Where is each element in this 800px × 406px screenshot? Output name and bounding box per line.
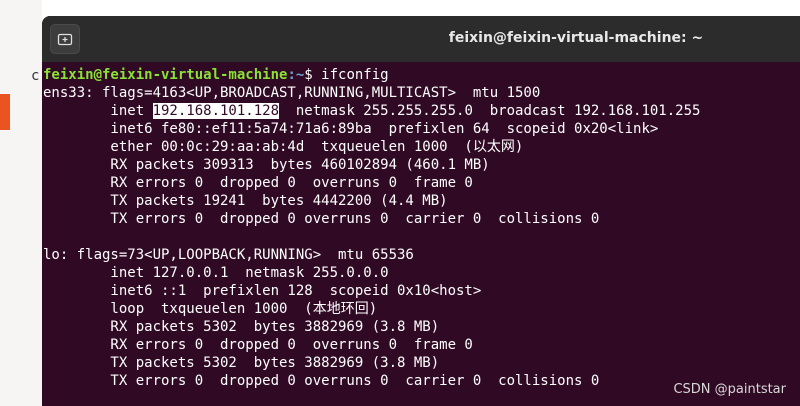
command-text: ifconfig	[321, 67, 389, 83]
watermark-text: CSDN @paintstar	[673, 382, 786, 397]
prompt-symbol: $	[304, 67, 322, 83]
ens33-inet6-line: inet6 fe80::ef11:5a74:71a6:89ba prefixle…	[43, 121, 659, 137]
background-text-fragment: c	[31, 68, 40, 84]
lo-flags-line: lo: flags=73<UP,LOOPBACK,RUNNING> mtu 65…	[43, 247, 414, 263]
inet-label: inet	[43, 103, 153, 119]
inet-rest: netmask 255.255.255.0 broadcast 192.168.…	[279, 103, 701, 119]
title-bar[interactable]: feixin@feixin-virtual-machine: ~	[42, 16, 800, 62]
lo-tx-errors-line: TX errors 0 dropped 0 overruns 0 carrier…	[43, 373, 600, 389]
desktop-accent-bar	[0, 94, 10, 130]
prompt-path: :~	[287, 67, 305, 83]
ens33-rx-packets-line: RX packets 309313 bytes 460102894 (460.1…	[43, 157, 490, 173]
prompt-user: feixin@feixin-virtual-machine	[43, 67, 288, 83]
terminal-window[interactable]: feixin@feixin-virtual-machine: ~ feixin@…	[42, 16, 800, 406]
lo-rx-packets-line: RX packets 5302 bytes 3882969 (3.8 MB)	[43, 319, 440, 335]
lo-inet6-line: inet6 ::1 prefixlen 128 scopeid 0x10<hos…	[43, 283, 482, 299]
ens33-ether-line: ether 00:0c:29:aa:ab:4d txqueuelen 1000 …	[43, 139, 524, 155]
ens33-flags-line: ens33: flags=4163<UP,BROADCAST,RUNNING,M…	[43, 85, 541, 101]
selected-ip-address[interactable]: 192.168.101.128	[152, 103, 280, 119]
window-title: feixin@feixin-virtual-machine: ~	[448, 30, 704, 46]
lo-rx-errors-line: RX errors 0 dropped 0 overruns 0 frame 0	[43, 337, 473, 353]
prompt-line: feixin@feixin-virtual-machine:~$ ifconfi…	[43, 66, 389, 84]
ens33-inet-line: inet 192.168.101.128 netmask 255.255.255…	[43, 102, 700, 120]
lo-loop-line: loop txqueuelen 1000 (本地环回)	[43, 301, 378, 317]
lo-inet-line: inet 127.0.0.1 netmask 255.0.0.0	[43, 265, 389, 281]
ens33-rx-errors-line: RX errors 0 dropped 0 overruns 0 frame 0	[43, 175, 473, 191]
lo-tx-packets-line: TX packets 5302 bytes 3882969 (3.8 MB)	[43, 355, 440, 371]
terminal-output[interactable]: feixin@feixin-virtual-machine:~$ ifconfi…	[42, 66, 800, 406]
desktop-background: c	[0, 0, 42, 406]
ens33-tx-errors-line: TX errors 0 dropped 0 overruns 0 carrier…	[43, 211, 600, 227]
ens33-tx-packets-line: TX packets 19241 bytes 4442200 (4.4 MB)	[43, 193, 448, 209]
